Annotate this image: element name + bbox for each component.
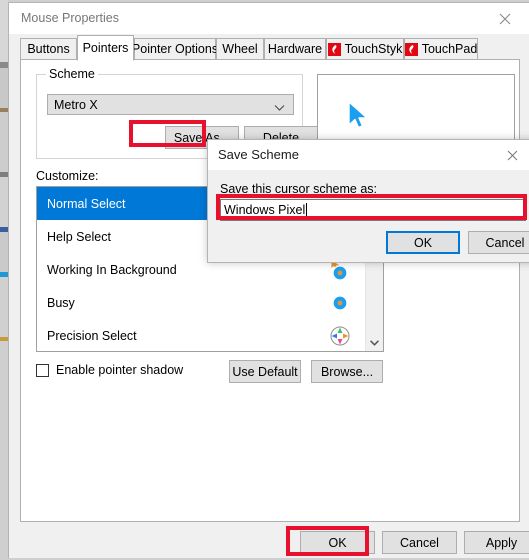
use-default-label: Use Default (232, 364, 298, 379)
tab-touchpad[interactable]: TouchPad (404, 38, 478, 60)
page-title: Mouse Properties (21, 11, 119, 25)
scheme-name-value: Windows Pixel (224, 203, 306, 217)
tab-pointers[interactable]: Pointers (77, 35, 134, 61)
chevron-down-icon (274, 101, 285, 115)
tab-hardware[interactable]: Hardware (264, 38, 326, 60)
pointers-tab-page: Scheme Metro X Save As... Delete Customi… (20, 59, 520, 522)
tab-buttons[interactable]: Buttons (20, 38, 77, 60)
tab-touchstyk[interactable]: TouchStyk (326, 38, 404, 60)
close-icon[interactable] (483, 3, 529, 34)
tab-label: TouchStyk (344, 42, 403, 56)
enable-pointer-shadow-label: Enable pointer shadow (56, 363, 184, 377)
tab-label: Pointers (82, 41, 129, 55)
save-scheme-ok-label: OK (413, 235, 433, 250)
tab-label: Hardware (267, 42, 323, 56)
save-scheme-title: Save Scheme (218, 147, 299, 162)
tab-label: TouchPad (421, 42, 478, 56)
tab-label: Wheel (222, 42, 258, 56)
list-item-label: Busy (47, 295, 75, 310)
scheme-dropdown[interactable]: Metro X (47, 94, 294, 115)
busy-cursor (329, 292, 351, 314)
list-item-label: Normal Select (47, 196, 126, 211)
scheme-name-input[interactable]: Windows Pixel (220, 199, 526, 221)
main-ok-label: OK (328, 535, 347, 550)
save-scheme-prompt: Save this cursor scheme as: (220, 182, 378, 196)
save-scheme-titlebar[interactable]: Save Scheme (208, 140, 529, 170)
scheme-group-label: Scheme (46, 67, 98, 81)
list-item-label: Working In Background (47, 262, 177, 277)
customize-label: Customize: (36, 169, 99, 183)
list-item[interactable]: Busy (37, 286, 383, 319)
main-apply-label: Apply (485, 535, 518, 550)
list-item-label: Precision Select (47, 328, 137, 343)
save-scheme-cancel-label: Cancel (485, 235, 525, 250)
tab-pointer-options[interactable]: Pointer Options (131, 38, 219, 60)
main-cancel-label: Cancel (400, 535, 439, 550)
browse-label: Browse... (320, 364, 374, 379)
mouse-properties-window: Mouse Properties Buttons Pointers Pointe… (8, 2, 529, 558)
touchstyk-brand-icon (327, 42, 341, 56)
enable-pointer-shadow-checkbox[interactable] (36, 363, 49, 377)
tab-label: Buttons (27, 42, 70, 56)
save-scheme-dialog: Save Scheme Save this cursor scheme as: … (207, 139, 529, 263)
save-scheme-ok-button[interactable]: OK (386, 231, 460, 254)
use-default-button[interactable]: Use Default (229, 360, 301, 383)
precision-select-cursor (329, 325, 351, 347)
scheme-selected-value: Metro X (54, 97, 98, 112)
enable-pointer-shadow-row[interactable]: Enable pointer shadow (36, 363, 183, 377)
main-ok-button[interactable]: OK (300, 531, 375, 554)
close-icon[interactable] (492, 140, 529, 170)
chevron-down-icon[interactable] (366, 334, 383, 351)
list-item-label: Help Select (47, 229, 111, 244)
tab-label: Pointer Options (131, 42, 219, 56)
tab-wheel[interactable]: Wheel (216, 38, 264, 60)
main-cancel-button[interactable]: Cancel (382, 531, 457, 554)
window-titlebar[interactable]: Mouse Properties (9, 3, 529, 34)
save-scheme-cancel-button[interactable]: Cancel (468, 231, 529, 254)
text-caret (306, 203, 308, 217)
tabstrip: Buttons Pointers Pointer Options Wheel H… (9, 34, 529, 61)
browse-button[interactable]: Browse... (311, 360, 383, 383)
main-apply-button[interactable]: Apply (464, 531, 529, 554)
touchpad-brand-icon (404, 42, 418, 56)
normal-select-cursor-preview (346, 100, 372, 135)
list-item[interactable]: Precision Select (37, 319, 383, 351)
